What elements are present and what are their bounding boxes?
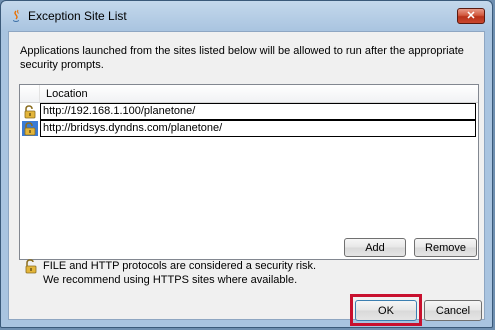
dialog-body: Applications launched from the sites lis… xyxy=(8,31,485,326)
lock-icon xyxy=(22,104,38,119)
unlocked-warning-icon xyxy=(23,259,39,275)
security-warning: FILE and HTTP protocols are considered a… xyxy=(43,259,316,287)
title-bar[interactable]: Exception Site List ✕ xyxy=(1,1,492,31)
site-row[interactable]: http://192.168.1.100/planetone/ xyxy=(20,103,478,120)
close-icon: ✕ xyxy=(466,9,476,22)
site-list[interactable]: Location http://192.168.1.100/planetone/ xyxy=(19,84,479,260)
exception-site-list-dialog: Exception Site List ✕ Applications launc… xyxy=(0,0,493,328)
list-header: Location xyxy=(20,85,478,103)
java-icon xyxy=(9,9,23,23)
icon-column-header xyxy=(20,85,40,102)
close-button[interactable]: ✕ xyxy=(457,8,485,24)
warning-line-1: FILE and HTTP protocols are considered a… xyxy=(43,260,317,272)
cancel-button[interactable]: Cancel xyxy=(424,300,482,321)
remove-button[interactable]: Remove xyxy=(414,238,477,257)
lock-icon xyxy=(22,121,38,136)
site-row[interactable]: http://bridsys.dyndns.com/planetone/ xyxy=(20,120,478,137)
dialog-title: Exception Site List xyxy=(28,9,127,23)
add-button[interactable]: Add xyxy=(344,238,406,257)
description-text: Applications launched from the sites lis… xyxy=(20,45,464,71)
site-url[interactable]: http://bridsys.dyndns.com/planetone/ xyxy=(40,120,476,137)
ok-button[interactable]: OK xyxy=(355,300,417,321)
location-column-header[interactable]: Location xyxy=(46,88,88,100)
warning-line-2: We recommend using HTTPS sites where ava… xyxy=(43,274,298,286)
site-url[interactable]: http://192.168.1.100/planetone/ xyxy=(40,103,476,120)
